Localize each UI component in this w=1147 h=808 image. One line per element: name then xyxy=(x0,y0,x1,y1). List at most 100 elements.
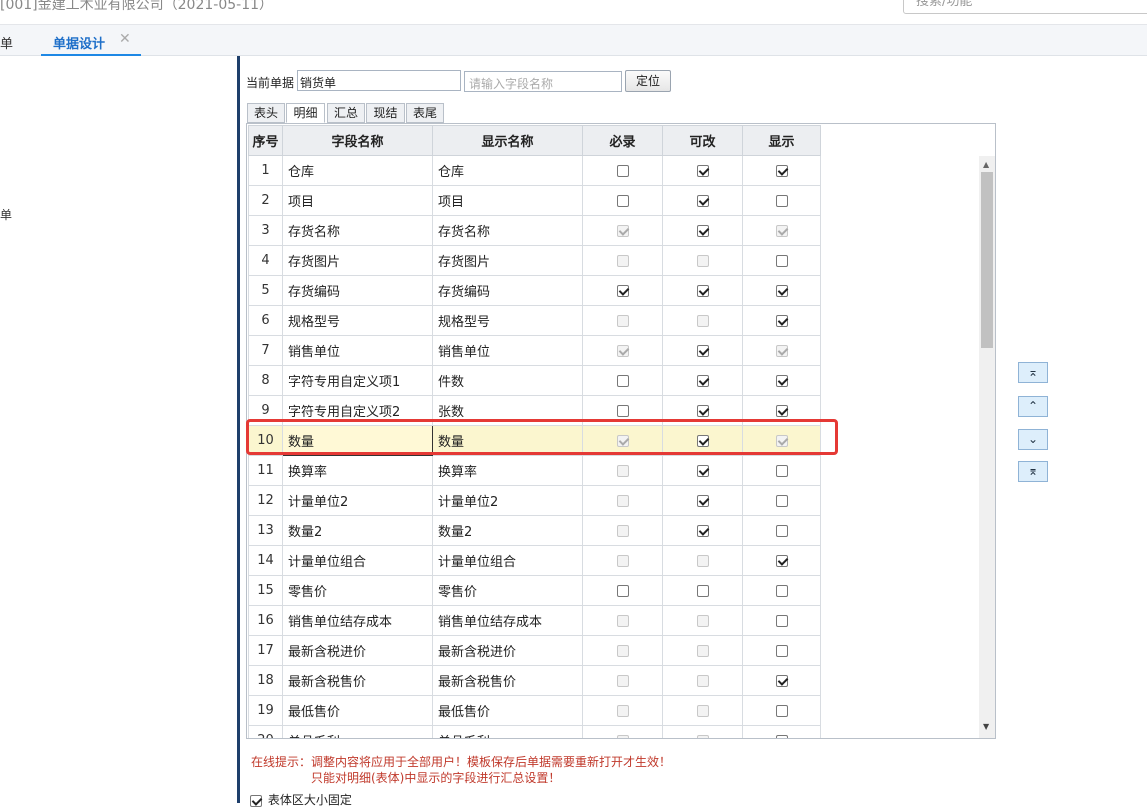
visible-checkbox[interactable] xyxy=(775,164,788,177)
visible-cell xyxy=(742,485,821,516)
editable-checkbox[interactable] xyxy=(696,494,709,507)
current-document-field[interactable]: 销货单 xyxy=(297,70,461,91)
editable-checkbox[interactable] xyxy=(696,224,709,237)
required-checkbox[interactable] xyxy=(616,194,629,207)
editable-checkbox[interactable] xyxy=(696,344,709,357)
required-checkbox[interactable] xyxy=(616,164,629,177)
table-row[interactable]: 11 换算率 换算率 xyxy=(248,455,821,486)
visible-checkbox[interactable] xyxy=(775,284,788,297)
visible-checkbox[interactable] xyxy=(775,614,788,627)
visible-checkbox[interactable] xyxy=(775,554,788,567)
visible-checkbox[interactable] xyxy=(775,374,788,387)
required-checkbox[interactable] xyxy=(616,374,629,387)
function-search-input[interactable]: 搜索/功能 xyxy=(903,0,1147,14)
table-row[interactable]: 17 最新含税进价 最新含税进价 xyxy=(248,635,821,666)
scroll-thumb[interactable] xyxy=(981,172,993,348)
required-checkbox[interactable] xyxy=(616,584,629,597)
visible-cell xyxy=(742,245,821,276)
table-row[interactable]: 15 零售价 零售价 xyxy=(248,575,821,606)
table-row[interactable]: 19 最低售价 最低售价 xyxy=(248,695,821,726)
visible-checkbox[interactable] xyxy=(775,464,788,477)
editable-checkbox[interactable] xyxy=(696,194,709,207)
grid-scrollbar[interactable]: ▲ ▼ xyxy=(979,156,995,738)
table-row[interactable]: 1 仓库 仓库 xyxy=(248,155,821,186)
display-name-cell[interactable]: 规格型号 xyxy=(432,305,583,336)
table-row[interactable]: 12 计量单位2 计量单位2 xyxy=(248,485,821,516)
display-name-cell[interactable]: 最新含税售价 xyxy=(432,665,583,696)
scroll-up-icon[interactable]: ▲ xyxy=(983,160,989,169)
visible-cell xyxy=(742,665,821,696)
display-name-cell[interactable]: 存货编码 xyxy=(432,275,583,306)
subtab-1[interactable]: 明细 xyxy=(286,103,325,123)
editable-checkbox[interactable] xyxy=(696,374,709,387)
table-row[interactable]: 6 规格型号 规格型号 xyxy=(248,305,821,336)
visible-checkbox[interactable] xyxy=(775,644,788,657)
tab-previous[interactable]: 单 xyxy=(0,33,13,52)
visible-checkbox[interactable] xyxy=(775,674,788,687)
fixed-size-checkbox[interactable] xyxy=(250,794,262,807)
display-name-cell[interactable]: 件数 xyxy=(432,365,583,396)
display-name-cell[interactable]: 最新含税进价 xyxy=(432,635,583,666)
display-name-cell[interactable]: 销售单位结存成本 xyxy=(432,605,583,636)
subtab-3[interactable]: 现结 xyxy=(366,103,405,123)
display-name-cell[interactable]: 零售价 xyxy=(432,575,583,606)
table-row[interactable]: 8 字符专用自定义项1 件数 xyxy=(248,365,821,396)
display-name-cell[interactable]: 计量单位组合 xyxy=(432,545,583,576)
subtab-0[interactable]: 表头 xyxy=(247,103,285,123)
display-name-cell[interactable]: 计量单位2 xyxy=(432,485,583,516)
display-name-cell[interactable]: 存货图片 xyxy=(432,245,583,276)
required-checkbox[interactable] xyxy=(616,284,629,297)
move-up-button[interactable]: ⌃ xyxy=(1018,396,1048,417)
table-row[interactable]: 18 最新含税售价 最新含税售价 xyxy=(248,665,821,696)
table-row[interactable]: 20单品毛利单品毛利 xyxy=(248,725,821,738)
table-row[interactable]: 2 项目 项目 xyxy=(248,185,821,216)
visible-checkbox[interactable] xyxy=(775,584,788,597)
required-checkbox xyxy=(616,644,629,657)
visible-checkbox[interactable] xyxy=(775,314,788,327)
scroll-down-icon[interactable]: ▼ xyxy=(983,722,989,731)
visible-checkbox[interactable] xyxy=(775,404,788,417)
display-name-cell[interactable]: 项目 xyxy=(432,185,583,216)
fixed-size-option[interactable]: 表体区大小固定 xyxy=(250,791,352,808)
tab-document-design[interactable]: 单据设计 ✕ xyxy=(41,25,141,56)
visible-checkbox[interactable] xyxy=(775,494,788,507)
table-row[interactable]: 4 存货图片 存货图片 xyxy=(248,245,821,276)
move-bottom-button[interactable]: ⌆ xyxy=(1018,461,1048,482)
display-name-cell[interactable]: 销售单位 xyxy=(432,335,583,366)
editable-checkbox[interactable] xyxy=(696,164,709,177)
visible-checkbox[interactable] xyxy=(775,704,788,717)
table-row[interactable]: 3 存货名称 存货名称 xyxy=(248,215,821,246)
visible-checkbox[interactable] xyxy=(775,194,788,207)
table-row[interactable]: 14 计量单位组合 计量单位组合 xyxy=(248,545,821,576)
subtab-2[interactable]: 汇总 xyxy=(327,103,365,123)
editable-checkbox[interactable] xyxy=(696,584,709,597)
visible-checkbox[interactable] xyxy=(775,524,788,537)
editable-checkbox[interactable] xyxy=(696,284,709,297)
move-top-button[interactable]: ⌅ xyxy=(1018,362,1048,383)
subtab-4[interactable]: 表尾 xyxy=(406,103,444,123)
visible-checkbox[interactable] xyxy=(775,734,788,738)
editable-checkbox[interactable] xyxy=(696,524,709,537)
table-row[interactable]: 16 销售单位结存成本 销售单位结存成本 xyxy=(248,605,821,636)
display-name-cell[interactable]: 最低售价 xyxy=(432,695,583,726)
table-row[interactable]: 7 销售单位 销售单位 xyxy=(248,335,821,366)
display-name-cell[interactable]: 数量2 xyxy=(432,515,583,546)
required-checkbox[interactable] xyxy=(616,404,629,417)
field-name-search-input[interactable]: 请输入字段名称 xyxy=(464,71,622,92)
editable-checkbox[interactable] xyxy=(696,464,709,477)
locate-button[interactable]: 定位 xyxy=(625,70,671,92)
editable-cell xyxy=(662,275,743,306)
visible-checkbox[interactable] xyxy=(775,254,788,267)
move-down-button[interactable]: ⌄ xyxy=(1018,429,1048,450)
display-name-cell[interactable]: 存货名称 xyxy=(432,215,583,246)
display-name-cell[interactable]: 仓库 xyxy=(432,155,583,186)
table-row[interactable]: 13 数量2 数量2 xyxy=(248,515,821,546)
editable-checkbox[interactable] xyxy=(696,404,709,417)
required-checkbox xyxy=(616,734,629,738)
display-name-cell[interactable]: 单品毛利 xyxy=(432,725,583,738)
table-row[interactable]: 5 存货编码 存货编码 xyxy=(248,275,821,306)
row-number: 6 xyxy=(248,305,283,336)
display-name-cell[interactable]: 换算率 xyxy=(432,455,583,486)
sidebar-item[interactable]: 单 xyxy=(0,206,12,223)
close-icon[interactable]: ✕ xyxy=(119,31,131,47)
